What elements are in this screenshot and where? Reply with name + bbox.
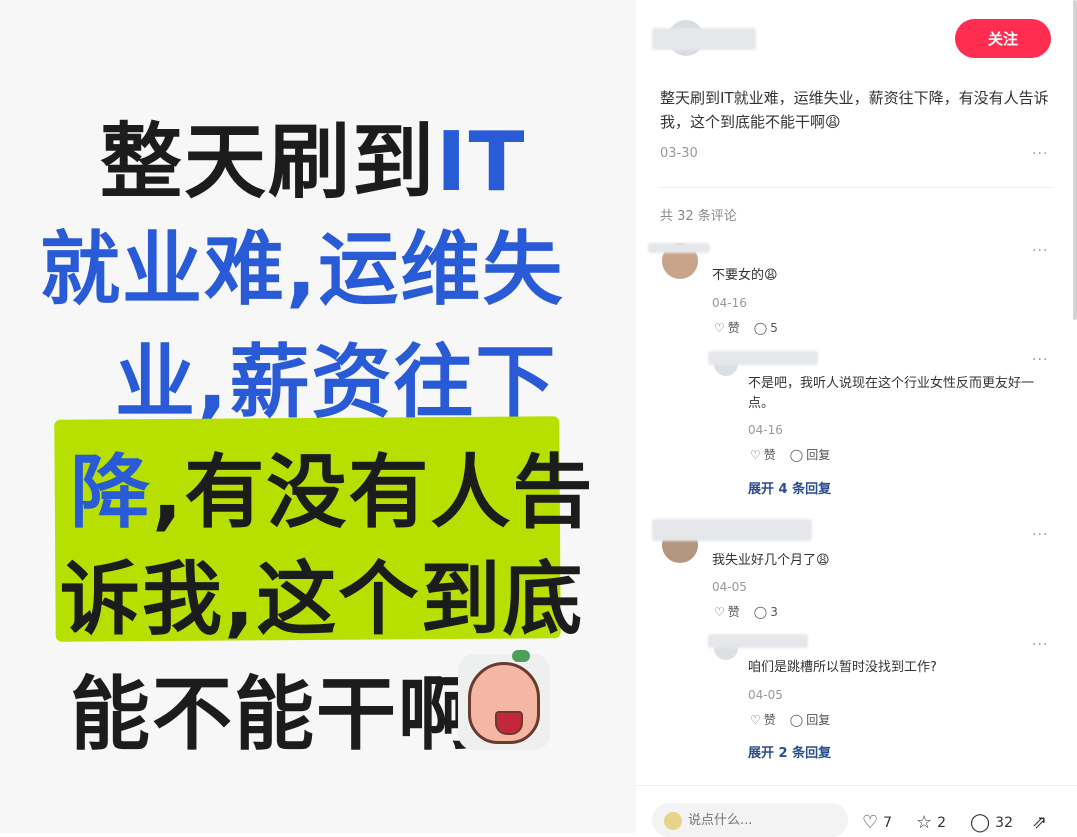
reply-text: 咱们是跳槽所以暂时没找到工作? (748, 660, 937, 675)
poster-line-1-a: 整天刷到 (100, 115, 437, 210)
chat-bubble-icon: ◯ (753, 604, 768, 619)
comment-stat[interactable]: ◯ 32 (970, 812, 1013, 833)
post-image[interactable]: 整天刷到IT 就业难,运维失 业,薪资往下 降,有没有人告 诉我,这个到底 能不… (0, 0, 637, 833)
comment-total: 32 (995, 814, 1013, 831)
poster-line-2: 就业难,运维失 (40, 223, 565, 316)
reply-date: 04-05 (748, 688, 783, 702)
comment-text: 不要女的😩 (712, 268, 778, 283)
like-button[interactable]: ♡ 赞 (750, 711, 776, 728)
sticker-mouth (495, 711, 523, 735)
poster-line-6: 能不能干啊 (70, 668, 480, 761)
sticker-face (468, 662, 540, 744)
crying-face-sticker-icon (458, 650, 550, 750)
share-button[interactable]: ⇗ (1032, 812, 1047, 833)
reply-username-blurred[interactable] (708, 634, 808, 648)
heart-icon: ♡ (714, 320, 725, 335)
reply-count: 3 (770, 604, 778, 619)
like-label: 赞 (763, 713, 776, 727)
poster-line-4: 降,有没有人告 (70, 428, 636, 544)
like-stat[interactable]: ♡ 7 (862, 812, 892, 833)
comment-username-blurred[interactable] (648, 243, 710, 253)
like-button[interactable]: ♡ 赞 (714, 603, 740, 620)
post-text: 整天刷到IT就业难，运维失业，薪资往下降，有没有人告诉我，这个到底能不能干啊😩 (660, 89, 1049, 131)
comment-date: 04-05 (712, 580, 747, 594)
poster-line-5: 诉我,这个到底 (60, 553, 585, 646)
reply-more-icon[interactable]: ··· (1032, 352, 1048, 368)
comment-more-icon[interactable]: ··· (1032, 243, 1048, 259)
bottom-bar: ♡ 7 ☆ 2 ◯ 32 ⇗ (636, 785, 1077, 837)
post-detail-panel: 关注 整天刷到IT就业难，运维失业，薪资往下降，有没有人告诉我，这个到底能不能干… (636, 0, 1077, 837)
like-label: 赞 (727, 605, 740, 619)
star-count: 2 (937, 814, 947, 831)
heart-icon: ♡ (862, 812, 879, 833)
post-date: 03-30 (660, 146, 698, 161)
comment-text: 我失业好几个月了😩 (712, 553, 830, 568)
reply-button[interactable]: ◯ 回复 (790, 711, 830, 728)
like-label: 赞 (727, 321, 740, 335)
emoji-icon (664, 812, 682, 830)
expand-replies-link[interactable]: 展开 4 条回复 (748, 478, 831, 497)
post-more-icon[interactable]: ··· (1032, 146, 1048, 162)
reply-username-blurred[interactable] (708, 351, 818, 365)
poster-line-1-b: IT (436, 115, 527, 210)
author-name-blurred[interactable] (652, 28, 756, 50)
like-button[interactable]: ♡ 赞 (750, 446, 776, 463)
like-button[interactable]: ♡ 赞 (714, 319, 740, 336)
comment-username-blurred[interactable] (652, 519, 812, 541)
follow-button[interactable]: 关注 (955, 19, 1051, 58)
chat-bubble-icon: ◯ (789, 447, 804, 462)
reply-actions: ♡ 赞 ◯ 回复 (750, 446, 830, 463)
comment-actions: ♡ 赞 ◯ 3 (714, 603, 778, 620)
share-icon: ⇗ (1032, 812, 1048, 833)
comment-count: 共 32 条评论 (660, 209, 737, 224)
comment-actions: ♡ 赞 ◯ 5 (714, 319, 778, 336)
sticker-leaf (512, 650, 530, 662)
reply-button[interactable]: ◯ 5 (754, 321, 778, 335)
reply-label: 回复 (806, 448, 831, 462)
star-icon: ☆ (916, 812, 933, 833)
divider (660, 187, 1052, 188)
reply-button[interactable]: ◯ 3 (754, 605, 778, 619)
like-label: 赞 (763, 448, 776, 462)
chat-bubble-icon: ◯ (970, 812, 991, 833)
like-count: 7 (883, 814, 893, 831)
expand-replies-link[interactable]: 展开 2 条回复 (748, 742, 831, 761)
reply-date: 04-16 (748, 423, 783, 437)
chat-bubble-icon: ◯ (789, 712, 804, 727)
reply-actions: ♡ 赞 ◯ 回复 (750, 711, 830, 728)
scrollbar[interactable] (1073, 0, 1077, 320)
poster: 整天刷到IT 就业难,运维失 业,薪资往下 降,有没有人告 诉我,这个到底 能不… (0, 0, 636, 833)
reply-more-icon[interactable]: ··· (1032, 637, 1048, 653)
app-root: 整天刷到IT 就业难,运维失 业,薪资往下 降,有没有人告 诉我,这个到底 能不… (0, 0, 1077, 837)
reply-text: 不是吧，我听人说现在这个行业女性反而更友好一点。 (748, 376, 1035, 411)
heart-icon: ♡ (750, 712, 761, 727)
poster-line-1: 整天刷到IT (100, 95, 636, 214)
reply-button[interactable]: ◯ 回复 (790, 446, 830, 463)
poster-line-4-b: ,有没有人告 (152, 446, 595, 539)
poster-line-4-a: 降 (70, 446, 152, 539)
reply-count: 5 (770, 320, 778, 335)
star-stat[interactable]: ☆ 2 (916, 812, 946, 833)
reply-label: 回复 (806, 713, 831, 727)
heart-icon: ♡ (714, 604, 725, 619)
comment-more-icon[interactable]: ··· (1032, 527, 1048, 543)
chat-bubble-icon: ◯ (753, 320, 768, 335)
comment-date: 04-16 (712, 296, 747, 310)
heart-icon: ♡ (750, 447, 761, 462)
